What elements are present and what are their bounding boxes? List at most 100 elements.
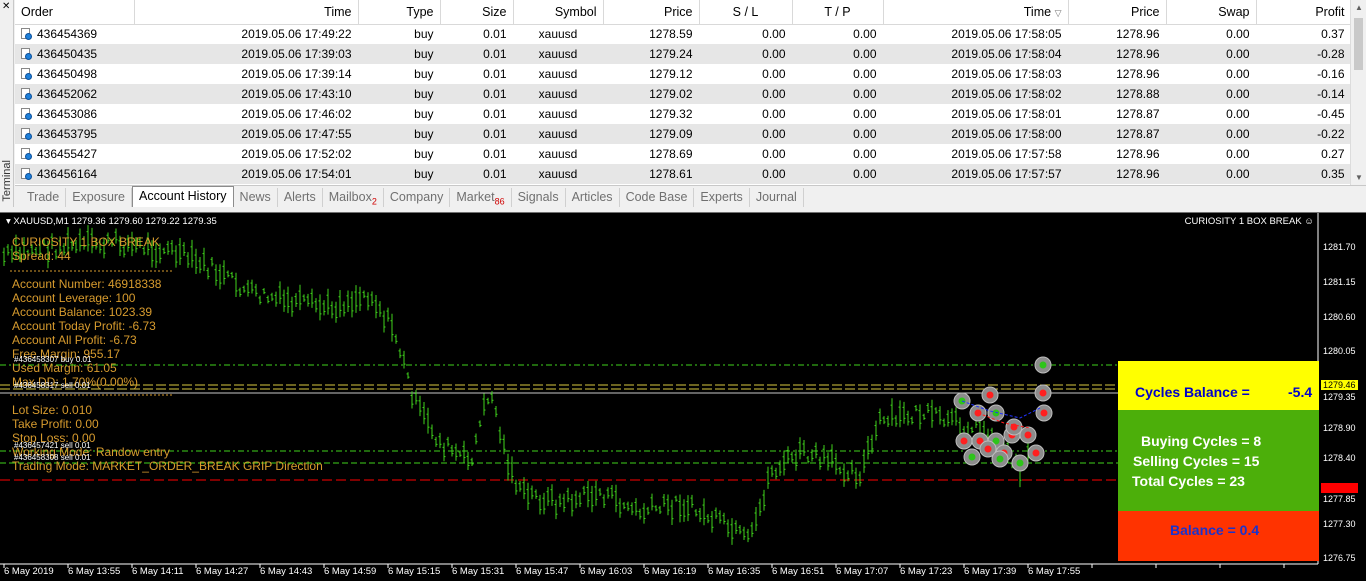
time-axis-label: 6 May 16:35 <box>708 566 761 577</box>
open-price-value: 1278.59 <box>649 27 693 42</box>
table-row[interactable]: 436452062 2019.05.06 17:43:10 buy 0.01 xauus… <box>15 84 1351 104</box>
column-header-close-time-label: Time <box>1023 4 1052 19</box>
trade-marker-dot <box>1039 361 1047 369</box>
close-icon[interactable]: ✕ <box>2 2 10 12</box>
cell-open-time: 2019.05.06 17:46:02 <box>134 104 358 124</box>
open-time-value: 2019.05.06 17:47:55 <box>241 127 352 141</box>
price-chart[interactable]: ▾ XAUUSD,M1 1279.36 1279.60 1279.22 1279… <box>0 212 1366 581</box>
column-header-open-time[interactable]: Time <box>134 0 359 25</box>
table-row[interactable]: 436456164 2019.05.06 17:54:01 buy 0.01 xauus… <box>15 164 1351 184</box>
open-price-value: 1278.69 <box>649 147 693 161</box>
price-axis-label: 1277.85 <box>1323 494 1356 504</box>
table-row[interactable]: 436454369 2019.05.06 17:49:22 buy 0.01 xauus… <box>15 24 1351 44</box>
take-profit-value: 0.00 <box>853 167 877 181</box>
price-axis-label: 1281.70 <box>1323 242 1356 252</box>
tab-alerts[interactable]: Alerts <box>278 188 323 207</box>
tab-journal[interactable]: Journal <box>750 188 804 207</box>
open-price-value: 1279.12 <box>649 67 693 81</box>
cell-profit: 0.35 <box>1256 164 1351 184</box>
cell-close-time: 2019.05.06 17:58:00 <box>883 124 1068 144</box>
column-header-profit[interactable]: Profit <box>1256 0 1352 25</box>
tab-signals[interactable]: Signals <box>512 188 566 207</box>
cell-order-id: 436452062 <box>15 84 134 104</box>
order-document-icon <box>21 108 32 120</box>
vertical-scrollbar[interactable]: ▲ ▼ <box>1350 0 1366 185</box>
order-document-icon <box>21 88 32 100</box>
type-value: buy <box>414 67 434 81</box>
column-header-size[interactable]: Size <box>440 0 514 25</box>
expert-info-line: Account Leverage: 100 <box>12 291 136 305</box>
size-value: 0.01 <box>483 127 507 141</box>
expert-info-line: Take Profit: 0.00 <box>12 417 99 431</box>
tab-mailbox[interactable]: Mailbox2 <box>323 188 384 207</box>
symbol-value: xauusd <box>538 107 578 121</box>
tab-trade[interactable]: Trade <box>21 188 67 207</box>
price-axis-label: 1280.60 <box>1323 312 1356 322</box>
ask-price-badge: 1279.46 <box>1321 380 1358 390</box>
column-header-sl[interactable]: S / L <box>699 0 793 25</box>
tab-label: Signals <box>517 190 559 204</box>
cell-symbol: xauusd <box>513 84 603 104</box>
order-id-value: 436450498 <box>37 67 98 81</box>
table-row[interactable]: 436453086 2019.05.06 17:46:02 buy 0.01 xauus… <box>15 104 1351 124</box>
cell-close-time: 2019.05.06 17:58:03 <box>883 64 1068 84</box>
column-header-symbol[interactable]: Symbol <box>513 0 604 25</box>
tab-market[interactable]: Market86 <box>450 188 512 207</box>
column-header-order[interactable]: Order <box>15 0 135 25</box>
time-axis-label: 6 May 14:43 <box>260 566 313 577</box>
tab-account-history[interactable]: Account History <box>132 186 234 207</box>
cell-open-price: 1278.61 <box>603 164 699 184</box>
column-header-tp[interactable]: T / P <box>792 0 884 25</box>
column-header-swap[interactable]: Swap <box>1166 0 1257 25</box>
column-header-open-price[interactable]: Price <box>603 0 700 25</box>
cell-open-price: 1279.12 <box>603 64 699 84</box>
scroll-down-arrow-icon[interactable]: ▼ <box>1355 173 1363 182</box>
close-price-value: 1278.87 <box>1116 127 1160 141</box>
column-header-type[interactable]: Type <box>358 0 441 25</box>
size-value: 0.01 <box>483 87 507 101</box>
tab-exposure[interactable]: Exposure <box>66 188 133 207</box>
cell-stop-loss: 0.00 <box>699 144 792 164</box>
table-row[interactable]: 436450435 2019.05.06 17:39:03 buy 0.01 xauus… <box>15 44 1351 64</box>
close-price-value: 1278.87 <box>1116 107 1160 121</box>
close-price-value: 1278.96 <box>1116 47 1160 61</box>
close-time-value: 2019.05.06 17:58:05 <box>951 27 1062 42</box>
open-price-value: 1279.02 <box>649 87 693 101</box>
tab-news[interactable]: News <box>234 188 278 207</box>
expert-info-line: CURIOSITY 1 BOX BREAK <box>12 235 160 249</box>
time-axis-label: 6 May 16:51 <box>772 566 825 577</box>
trade-marker-dot <box>992 409 1000 417</box>
order-id-value: 436450435 <box>37 47 98 61</box>
cell-take-profit: 0.00 <box>792 144 883 164</box>
cell-order-id: 436450498 <box>15 64 134 84</box>
tab-articles[interactable]: Articles <box>566 188 620 207</box>
order-id-value: 436454369 <box>37 27 98 42</box>
tab-company[interactable]: Company <box>384 188 451 207</box>
column-header-close-price[interactable]: Price <box>1068 0 1167 25</box>
tab-label: Account History <box>139 189 227 203</box>
order-document-icon <box>21 128 32 140</box>
table-row[interactable]: 436455427 2019.05.06 17:52:02 buy 0.01 xauus… <box>15 144 1351 164</box>
tab-experts[interactable]: Experts <box>694 188 750 207</box>
cell-open-time: 2019.05.06 17:39:03 <box>134 44 358 64</box>
tab-code-base[interactable]: Code Base <box>620 188 695 207</box>
cell-close-time: 2019.05.06 17:57:57 <box>883 164 1068 184</box>
smiley-icon[interactable]: ☺ <box>1304 216 1314 227</box>
close-price-value: 1278.96 <box>1116 67 1160 81</box>
cell-take-profit: 0.00 <box>792 44 883 64</box>
expert-name-label: CURIOSITY 1 BOX BREAK <box>1184 216 1302 227</box>
profit-value: -0.16 <box>1317 67 1345 81</box>
table-row[interactable]: 436450498 2019.05.06 17:39:14 buy 0.01 xauus… <box>15 64 1351 84</box>
column-header-close-time[interactable]: Time ▽ <box>883 0 1069 25</box>
swap-value: 0.00 <box>1226 147 1250 161</box>
scrollbar-thumb[interactable] <box>1354 18 1363 70</box>
cell-close-time: 2019.05.06 17:58:04 <box>883 44 1068 64</box>
tab-label: Mailbox <box>328 190 372 204</box>
close-time-value: 2019.05.06 17:57:58 <box>951 147 1062 161</box>
scroll-up-arrow-icon[interactable]: ▲ <box>1355 3 1363 12</box>
take-profit-value: 0.00 <box>853 107 877 121</box>
cell-take-profit: 0.00 <box>792 84 883 104</box>
cell-close-price: 1278.96 <box>1068 144 1166 164</box>
table-row[interactable]: 436453795 2019.05.06 17:47:55 buy 0.01 xauus… <box>15 124 1351 144</box>
close-price-value: 1278.96 <box>1116 27 1160 42</box>
